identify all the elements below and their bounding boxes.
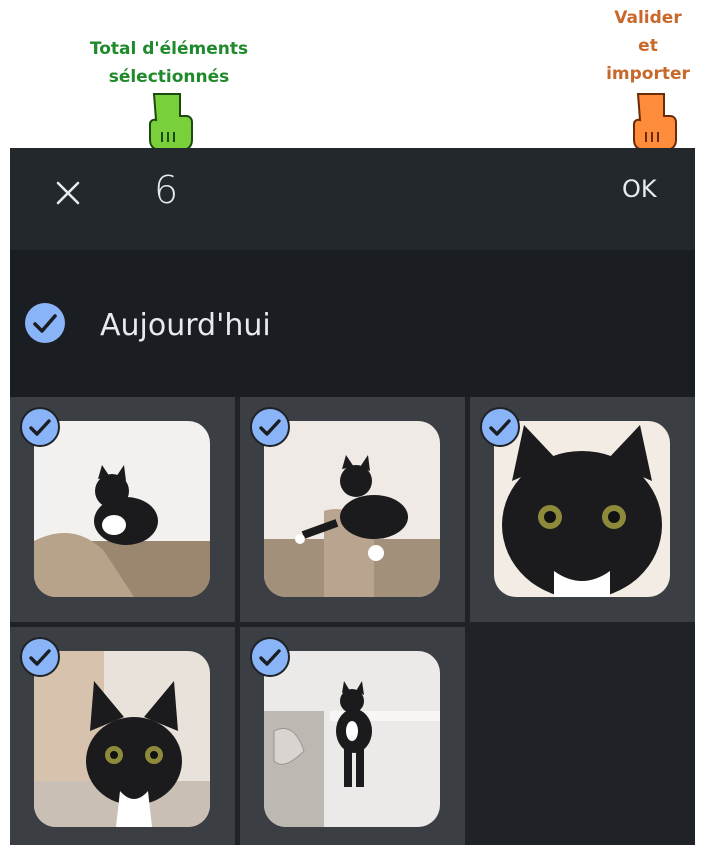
annotation-total-line2: sélectionnés (108, 67, 230, 87)
selected-check-icon (480, 407, 520, 447)
cat-photo (494, 421, 670, 597)
cat-photo (34, 651, 210, 827)
ok-button[interactable]: OK (622, 175, 657, 203)
annotation-total-line1: Total d'éléments (89, 39, 249, 59)
annotation-ok-line2: et (638, 36, 658, 56)
annotation-total-selected: Total d'éléments sélectionnés (54, 35, 284, 91)
selected-check-icon (20, 407, 60, 447)
cat-photo (264, 421, 440, 597)
photo-tile[interactable] (240, 397, 465, 622)
selected-check-icon (250, 407, 290, 447)
photo-tile[interactable] (240, 627, 465, 845)
photo-tile[interactable] (10, 397, 235, 622)
section-title: Aujourd'hui (100, 308, 271, 343)
photo-tile[interactable] (10, 627, 235, 845)
photo-tile[interactable] (470, 397, 695, 622)
close-button[interactable] (48, 173, 88, 213)
annotation-ok-line3: importer (606, 64, 690, 84)
cat-photo (264, 651, 440, 827)
selected-count: 6 (154, 168, 179, 212)
selected-check-icon (250, 637, 290, 677)
selected-check-icon (20, 637, 60, 677)
close-icon (56, 181, 80, 205)
annotation-validate-import: Valider et importer (588, 4, 708, 88)
cat-photo (34, 421, 210, 597)
annotation-ok-line1: Valider (614, 8, 682, 28)
top-bar: 6 OK (10, 148, 695, 250)
check-circle-icon[interactable] (24, 302, 66, 344)
photo-picker-screen: 6 OK Aujourd'hui (10, 148, 695, 845)
